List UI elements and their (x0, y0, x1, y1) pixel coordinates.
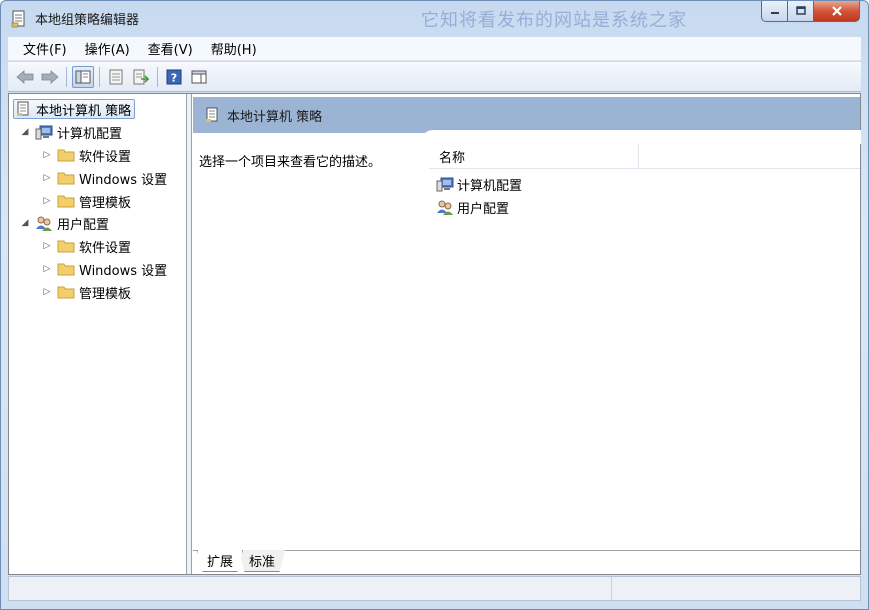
folder-icon (57, 284, 75, 300)
expand-arrow-icon[interactable]: ▷ (42, 150, 52, 160)
help-icon: ? (166, 69, 182, 84)
policy-document-icon (206, 107, 218, 122)
description-text: 选择一个项目来查看它的描述。 (199, 155, 382, 170)
header-curve (421, 130, 861, 144)
close-icon (831, 6, 842, 16)
show-hide-tree-button[interactable] (72, 65, 94, 88)
list-item-computer-config[interactable]: 计算机配置 (436, 173, 522, 195)
forward-arrow-icon (41, 69, 59, 84)
minimize-button[interactable] (761, 1, 788, 22)
users-icon (436, 199, 454, 215)
watermark-text: 它知将看发布的网站是系统之家 (421, 10, 687, 31)
tree-item-label: 软件设置 (79, 240, 132, 256)
properties-button[interactable] (105, 66, 127, 88)
column-header-name[interactable]: 名称 (429, 144, 639, 168)
expand-arrow-icon[interactable]: ▷ (42, 264, 52, 274)
toolbar-separator (99, 66, 100, 87)
expand-arrow-icon[interactable]: ▷ (42, 196, 52, 206)
app-window: 本地组策略编辑器 它知将看发布的网站是系统之家 文件(F) 操作(A) 查看(V… (0, 0, 869, 610)
tree-root[interactable]: 本地计算机 策略 (13, 99, 136, 119)
tree-computer-admin-templates[interactable]: 管理模板 (57, 191, 131, 211)
status-bar (8, 576, 861, 601)
caption-buttons (761, 1, 860, 23)
maximize-icon (795, 6, 806, 15)
window-title: 本地组策略编辑器 (35, 13, 140, 28)
pane-splitter[interactable] (187, 94, 192, 574)
tree-computer-config-label: 计算机配置 (57, 126, 123, 142)
view-tabs: 标准 扩展 (193, 550, 860, 574)
action-pane-icon (191, 70, 207, 83)
folder-icon (57, 261, 75, 277)
tree-item-label: Windows 设置 (79, 172, 168, 188)
console-tree: 本地计算机 策略 ◢ 计算机配置 ▷ 软件设置 ▷ Windows 设置 ▷ 管… (9, 94, 187, 574)
folder-icon (57, 193, 75, 209)
properties-icon (109, 69, 123, 84)
export-list-icon (133, 69, 149, 84)
collapse-arrow-icon[interactable]: ◢ (20, 127, 30, 137)
folder-icon (57, 147, 75, 163)
toolbar-separator (66, 66, 67, 87)
details-pane: 本地计算机 策略 选择一个项目来查看它的描述。 名称 计算机配置 用户配置 (193, 94, 861, 574)
tree-user-admin-templates[interactable]: 管理模板 (57, 282, 131, 302)
toolbar-separator (157, 66, 158, 87)
status-pane (9, 577, 612, 600)
tree-item-label: Windows 设置 (79, 263, 168, 279)
list-item-user-config[interactable]: 用户配置 (436, 196, 509, 218)
tree-root-label: 本地计算机 策略 (36, 103, 132, 119)
tree-item-label: 管理模板 (79, 286, 132, 302)
back-arrow-icon (16, 69, 34, 84)
tree-user-config[interactable]: 用户配置 (35, 213, 109, 233)
menu-action[interactable]: 操作(A) (76, 39, 139, 58)
menu-bar: 文件(F) 操作(A) 查看(V) 帮助(H) (8, 37, 861, 61)
show-action-pane-button[interactable] (188, 66, 210, 88)
expand-arrow-icon[interactable]: ▷ (42, 173, 52, 183)
export-list-button[interactable] (130, 66, 152, 88)
folder-icon (57, 238, 75, 254)
details-header: 本地计算机 策略 (193, 97, 860, 133)
tree-item-label: 软件设置 (79, 149, 132, 165)
maximize-button[interactable] (788, 1, 814, 22)
policy-document-icon (14, 101, 32, 117)
status-pane (612, 577, 860, 600)
svg-text:?: ? (171, 71, 177, 84)
list-item-label: 计算机配置 (457, 178, 523, 194)
users-icon (35, 215, 53, 231)
tree-computer-config[interactable]: 计算机配置 (35, 122, 122, 142)
collapse-arrow-icon[interactable]: ◢ (20, 218, 30, 228)
tree-computer-software[interactable]: 软件设置 (57, 145, 131, 165)
expand-arrow-icon[interactable]: ▷ (42, 287, 52, 297)
minimize-icon (770, 12, 779, 14)
folder-icon (57, 170, 75, 186)
list-item-label: 用户配置 (457, 201, 510, 217)
back-button[interactable] (14, 66, 36, 88)
help-button[interactable]: ? (163, 66, 185, 88)
tab-extended[interactable]: 扩展 (197, 550, 243, 572)
tab-standard[interactable]: 标准 (239, 550, 285, 572)
computer-icon (35, 124, 53, 140)
forward-button[interactable] (39, 66, 61, 88)
close-button[interactable] (814, 1, 860, 22)
title-bar[interactable]: 本地组策略编辑器 它知将看发布的网站是系统之家 (1, 1, 868, 35)
tree-user-software[interactable]: 软件设置 (57, 236, 131, 256)
tree-item-label: 管理模板 (79, 195, 132, 211)
tree-user-config-label: 用户配置 (57, 217, 110, 233)
menu-help[interactable]: 帮助(H) (202, 39, 266, 58)
toolbar: ? (8, 62, 861, 92)
tree-user-windows-settings[interactable]: Windows 设置 (57, 259, 167, 279)
main-content: 本地计算机 策略 ◢ 计算机配置 ▷ 软件设置 ▷ Windows 设置 ▷ 管… (8, 93, 861, 575)
details-header-title: 本地计算机 策略 (227, 109, 323, 125)
menu-file[interactable]: 文件(F) (14, 39, 76, 58)
computer-icon (436, 176, 454, 192)
menu-view[interactable]: 查看(V) (139, 39, 202, 58)
policy-document-icon (11, 10, 25, 28)
console-tree-icon (75, 70, 91, 83)
list-header: 名称 (429, 144, 860, 169)
tree-computer-windows-settings[interactable]: Windows 设置 (57, 168, 167, 188)
expand-arrow-icon[interactable]: ▷ (42, 241, 52, 251)
